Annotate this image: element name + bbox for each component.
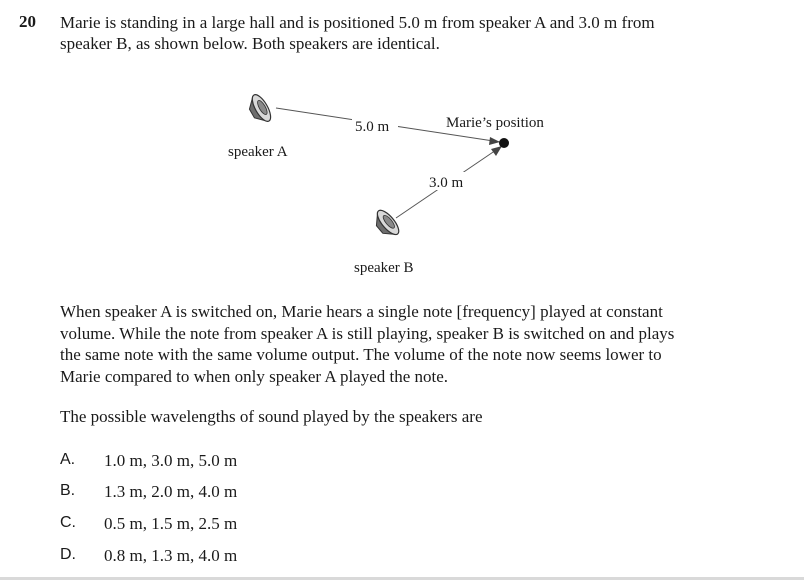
paragraph-line: the same note with the same volume outpu… [60, 345, 662, 364]
option-letter: D. [60, 546, 76, 563]
speaker-a-icon [248, 94, 272, 122]
speaker-diagram: 5.0 m 3.0 m Marie’s position speaker A s… [228, 94, 544, 276]
option-text: 0.5 m, 1.5 m, 2.5 m [104, 514, 238, 533]
option-letter: A. [60, 451, 76, 468]
description-paragraph: When speaker A is switched on, Marie hea… [60, 301, 726, 387]
marie-position-label: Marie’s position [446, 115, 544, 131]
marie-dot [499, 138, 509, 148]
option-text: 0.8 m, 1.3 m, 4.0 m [104, 546, 238, 565]
option-letter: C. [60, 514, 76, 531]
speaker-a-label: speaker A [228, 144, 288, 160]
speaker-b-label: speaker B [354, 260, 414, 276]
distance-a-label: 5.0 m [355, 119, 390, 135]
paragraph-line: When speaker A is switched on, Marie hea… [60, 302, 663, 321]
paragraph-line: volume. While the note from speaker A is… [60, 323, 675, 343]
option-text: 1.0 m, 3.0 m, 5.0 m [104, 451, 238, 470]
arrowhead-a [489, 137, 500, 145]
speaker-b-icon [375, 209, 400, 236]
arrowhead-b [491, 146, 502, 156]
distance-b-label: 3.0 m [429, 175, 464, 191]
prompt-text: The possible wavelengths of sound played… [60, 407, 483, 426]
option-letter: B. [60, 482, 76, 499]
option-text: 1.3 m, 2.0 m, 4.0 m [104, 482, 238, 501]
paragraph-line: Marie compared to when only speaker A pl… [60, 366, 449, 386]
